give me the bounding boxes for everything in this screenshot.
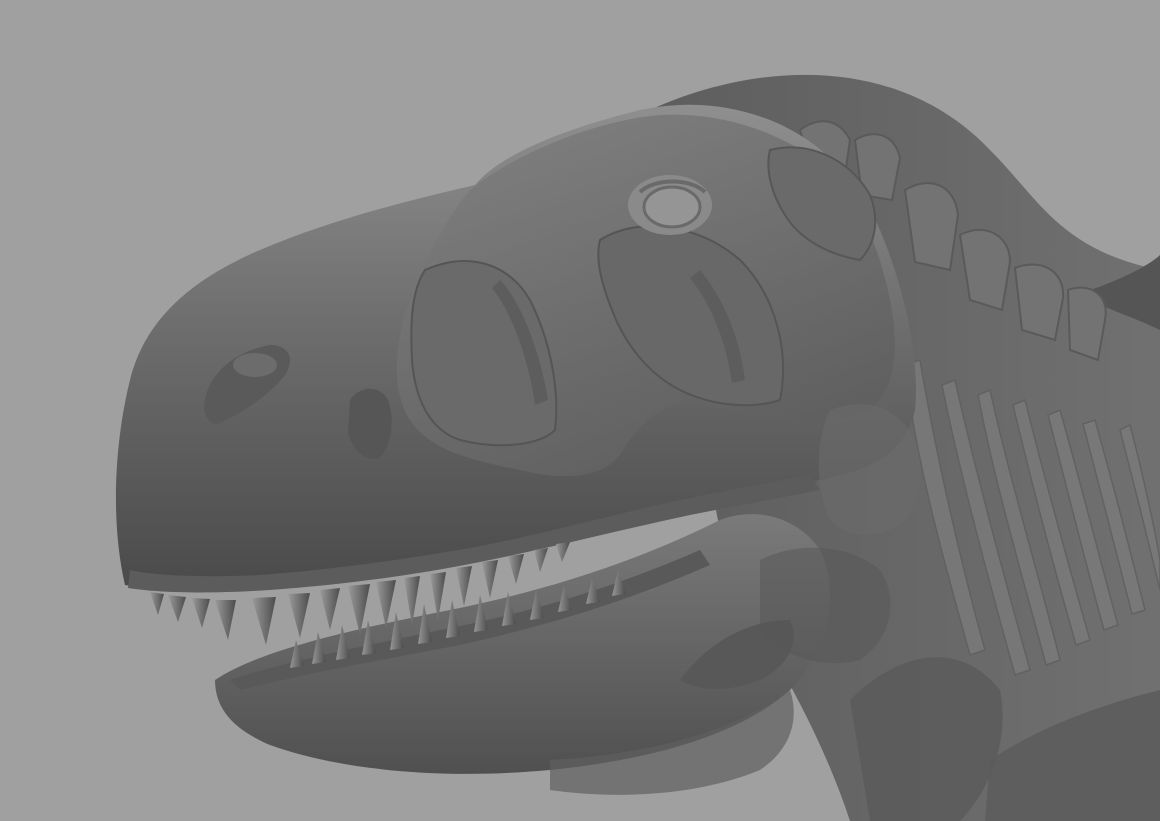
eye-icon [628,175,712,235]
3d-viewport[interactable] [0,0,1160,821]
dinosaur-head-model [115,74,1160,821]
